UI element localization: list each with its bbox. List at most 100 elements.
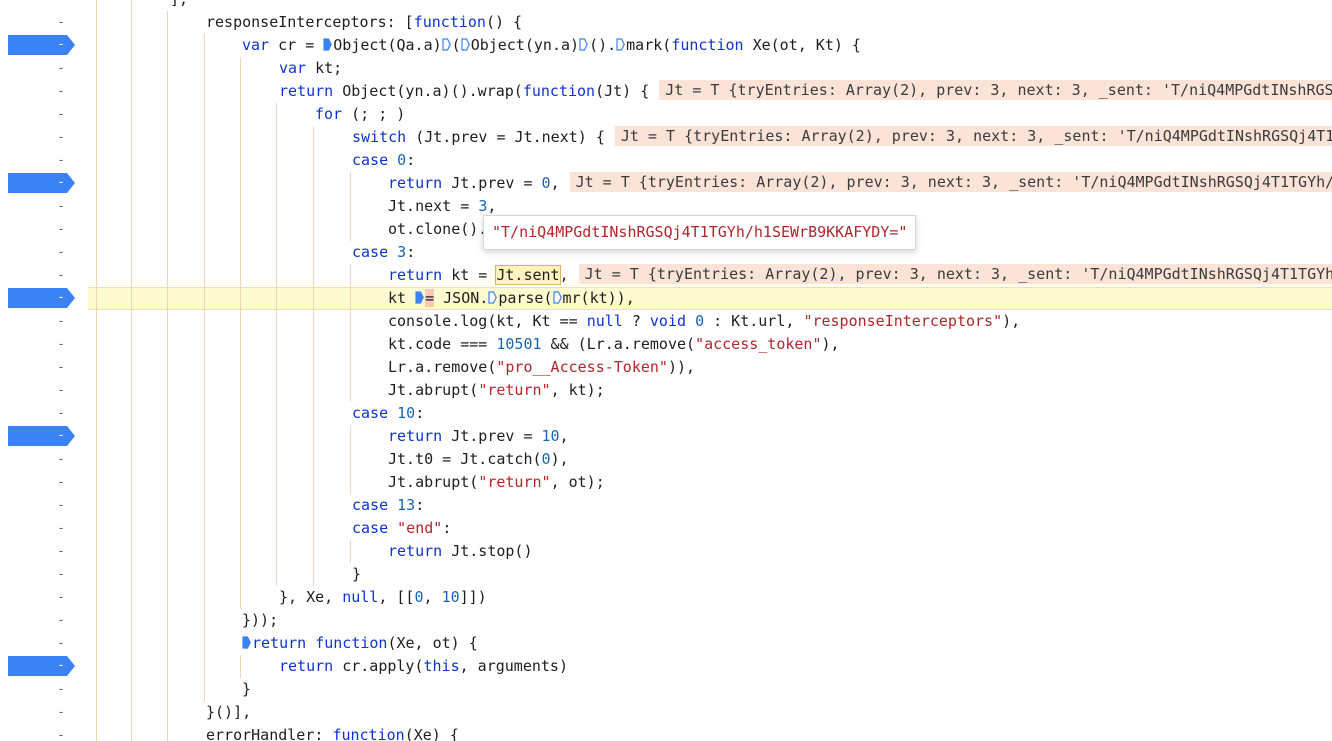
step-marker-icon[interactable] [442, 38, 451, 51]
code-text: return cr.apply(this, arguments) [279, 657, 568, 675]
code-text: case 0: [352, 151, 416, 169]
code-line[interactable]: -}, Xe, null, [[0, 10]]) [0, 586, 1332, 609]
line-number[interactable]: - [54, 472, 68, 493]
indent-guide [131, 655, 132, 678]
line-number[interactable]: - [54, 587, 68, 608]
code-line[interactable]: - return Object(yn.a)().wrap(function(Jt)… [0, 80, 1332, 103]
line-number[interactable]: - [54, 357, 68, 378]
step-marker-icon[interactable] [616, 38, 626, 51]
code-line[interactable]: - case 13: [0, 494, 1332, 517]
line-number[interactable]: - [54, 679, 68, 700]
code-line[interactable]: - return Jt.prev = 10, [0, 425, 1332, 448]
indent-guide [240, 195, 241, 218]
code-line-paused[interactable]: - kt = JSON. parse(mr(kt)), [0, 287, 1332, 310]
line-number[interactable]: - [54, 219, 68, 240]
step-marker-icon[interactable] [579, 38, 588, 51]
indent-guide [131, 310, 132, 333]
code-line[interactable]: - errorHandler: function(Xe) { [0, 724, 1332, 741]
indent-guide [313, 379, 314, 402]
step-marker-icon[interactable] [552, 291, 562, 304]
line-number: - [57, 428, 65, 443]
code-line[interactable]: - case "end": [0, 517, 1332, 540]
code-line[interactable]: - }()], [0, 701, 1332, 724]
line-number[interactable]: - [54, 380, 68, 401]
code-text: console.log(kt, Kt == null ? void 0 : Kt… [388, 312, 1021, 330]
indent-guide [204, 172, 205, 195]
line-number[interactable]: - [54, 104, 68, 125]
indent-guide [276, 218, 277, 241]
line-number[interactable]: - [54, 541, 68, 562]
breakpoint-marker[interactable]: - [8, 288, 75, 308]
code-line[interactable]: - kt.code === 10501 && (Lr.a.remove("acce… [0, 333, 1332, 356]
breakpoint-marker[interactable]: - [8, 426, 75, 446]
code-line[interactable]: - return function(Xe, ot) { [0, 632, 1332, 655]
step-marker-icon[interactable] [461, 38, 470, 51]
code-line[interactable]: - var kt; [0, 57, 1332, 80]
code-line[interactable]: - Jt.t0 = Jt.catch(0), [0, 448, 1332, 471]
line-number[interactable]: - [54, 449, 68, 470]
code-line[interactable]: - Lr.a.remove("pro__Access-Token")), [0, 356, 1332, 379]
breakpoint-marker[interactable]: - [8, 656, 75, 676]
code-line[interactable]: - return cr.apply(this, arguments) [0, 655, 1332, 678]
indent-guide [313, 471, 314, 494]
indent-guide [350, 448, 351, 471]
code-line[interactable]: - responseInterceptors: [function() { [0, 11, 1332, 34]
line-number[interactable]: - [54, 12, 68, 33]
hover-value-tooltip: "T/niQ4MPGdtINshRGSQj4T1TGYh/h1SEWrB9KKA… [483, 215, 917, 250]
indent-guide [204, 103, 205, 126]
inline-variable-value: Jt = T {tryEntries: Array(2), prev: 3, n… [659, 80, 1332, 100]
code-text: }()], [206, 703, 252, 721]
breakpoint-marker[interactable]: - [8, 35, 75, 55]
code-line[interactable]: - return kt = Jt.sent, Jt = T {tryEntries:… [0, 264, 1332, 287]
line-number[interactable]: - [54, 633, 68, 654]
line-number[interactable]: - [54, 610, 68, 631]
step-marker-icon[interactable] [488, 291, 498, 304]
code-line[interactable]: - console.log(kt, Kt == null ? void 0 : K… [0, 310, 1332, 333]
indent-guide [313, 333, 314, 356]
line-number[interactable]: - [54, 81, 68, 102]
indent-guide [131, 195, 132, 218]
indent-guide [96, 241, 97, 264]
code-line[interactable]: -], [0, 0, 1332, 11]
code-line[interactable]: -})); [0, 609, 1332, 632]
breakpoint-marker[interactable]: - [8, 173, 75, 193]
hovered-expression[interactable]: Jt.sent [495, 265, 561, 285]
code-text: responseInterceptors: [function() { [206, 13, 523, 31]
line-number[interactable]: - [54, 564, 68, 585]
line-number[interactable]: - [54, 518, 68, 539]
step-marker-icon[interactable] [323, 38, 333, 51]
indent-guide [167, 632, 168, 655]
indent-guide [167, 103, 168, 126]
line-number[interactable]: - [54, 702, 68, 723]
line-number[interactable]: - [54, 127, 68, 148]
line-number[interactable]: - [54, 58, 68, 79]
code-line[interactable]: -} [0, 563, 1332, 586]
line-number[interactable]: - [54, 150, 68, 171]
code-line[interactable]: - Jt.abrupt("return", ot); [0, 471, 1332, 494]
code-text: return Object(yn.a)().wrap(function(Jt) … [279, 80, 1332, 103]
code-line[interactable]: -} [0, 678, 1332, 701]
line-number[interactable]: - [54, 403, 68, 424]
step-marker-icon[interactable] [242, 636, 251, 649]
line-number[interactable]: - [54, 725, 68, 741]
code-line[interactable]: - switch (Jt.prev = Jt.next) {Jt = T {try… [0, 126, 1332, 149]
code-line[interactable]: - case 0: [0, 149, 1332, 172]
indent-guide [96, 609, 97, 632]
indent-guide [96, 471, 97, 494]
line-number[interactable]: - [54, 495, 68, 516]
line-number[interactable]: - [54, 311, 68, 332]
line-number[interactable]: - [54, 265, 68, 286]
step-marker-icon[interactable] [415, 291, 424, 304]
line-number[interactable]: - [54, 242, 68, 263]
line-number[interactable]: - [54, 196, 68, 217]
line-number[interactable]: - [54, 0, 68, 10]
code-line[interactable]: - return Jt.prev = 0, Jt = T {tryEntries: … [0, 172, 1332, 195]
code-line[interactable]: - case 10: [0, 402, 1332, 425]
line-number[interactable]: - [54, 334, 68, 355]
code-line[interactable]: - for (; ; ) [0, 103, 1332, 126]
code-line[interactable]: - return Jt.stop() [0, 540, 1332, 563]
code-editor[interactable]: -],-responseInterceptors: [function() {-… [0, 0, 1332, 741]
indent-guide [240, 540, 241, 563]
code-line[interactable]: - Jt.abrupt("return", kt); [0, 379, 1332, 402]
code-line[interactable]: - var cr = Object(Qa.a)(Object(yn.a) (). ma… [0, 34, 1332, 57]
